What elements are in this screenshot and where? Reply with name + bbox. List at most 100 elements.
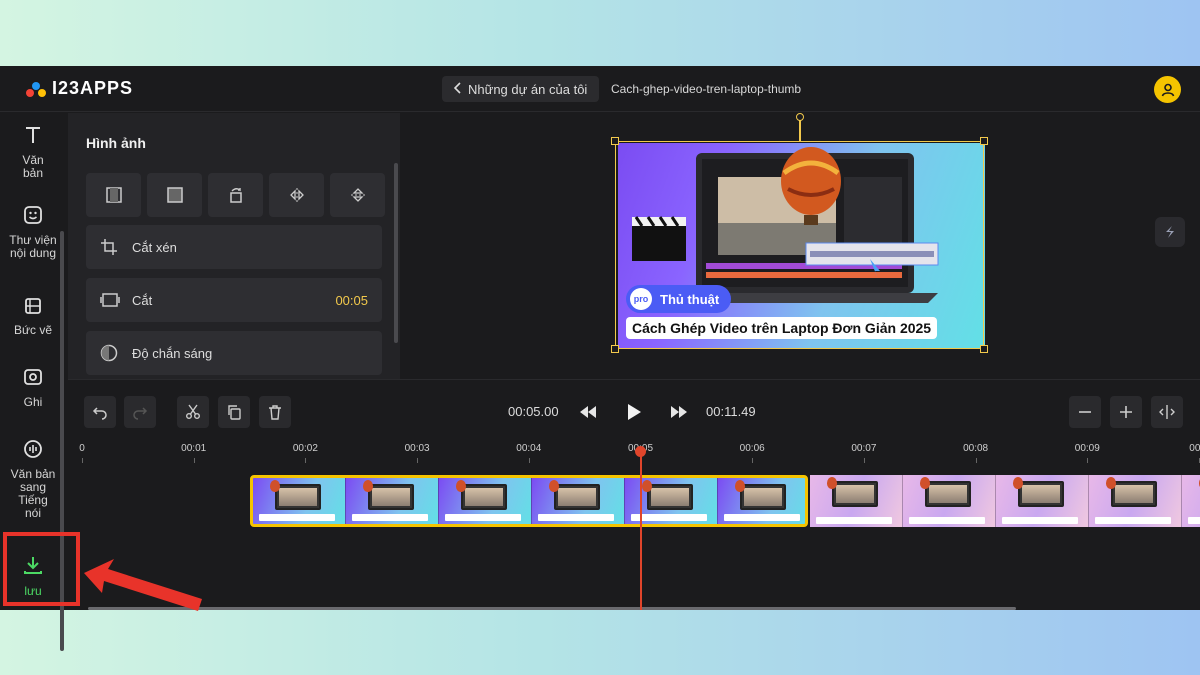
clip-thumbnail (625, 478, 718, 524)
opacity-button[interactable]: Độ chắn sáng (86, 331, 382, 375)
trim-duration: 00:05 (335, 292, 368, 308)
image-action-row (86, 173, 385, 217)
ruler-tick-label: 00:02 (292, 443, 318, 454)
ruler-tick-label: 00:07 (851, 443, 877, 454)
top-bar: I23APPS Những dự án của tôi Cach-ghep-vi… (0, 66, 1200, 112)
clip-thumbnail (903, 475, 996, 527)
undo-button[interactable] (84, 396, 116, 428)
delete-button[interactable] (259, 396, 291, 428)
fit-button[interactable] (86, 173, 141, 217)
tts-icon (23, 439, 43, 462)
trim-label: Cắt (132, 292, 153, 308)
resize-handle-bl[interactable] (611, 345, 619, 353)
preview-area: pro Thủ thuật Cách Ghép Video trên Lapto… (402, 113, 1200, 379)
split-button[interactable] (177, 396, 209, 428)
logo-mark (26, 79, 46, 99)
sidebar-item-tts[interactable]: Văn bản sang Tiếng nói (0, 439, 66, 520)
minus-icon (1079, 411, 1091, 413)
fill-button[interactable] (147, 173, 202, 217)
selected-clip[interactable] (250, 475, 808, 527)
project-name[interactable]: Cach-ghep-video-tren-laptop-thumb (611, 82, 801, 96)
app-logo[interactable]: I23APPS (26, 78, 133, 99)
redo-button[interactable] (124, 396, 156, 428)
play-button[interactable] (618, 396, 650, 428)
playhead-handle[interactable] (635, 446, 646, 457)
fast-forward-icon (671, 406, 687, 418)
clip-thumbnail (996, 475, 1089, 527)
ruler-tick (417, 458, 419, 463)
pointer-arrow (84, 559, 202, 611)
opacity-icon (100, 344, 120, 362)
category-badge: pro Thủ thuật (626, 285, 732, 313)
flip-vertical-icon (350, 188, 365, 202)
sidebar-item-canvas[interactable]: Bức vẽ (0, 297, 66, 337)
play-icon (628, 404, 641, 420)
badge-logo: pro (630, 288, 652, 310)
plus-icon (1120, 406, 1132, 418)
ruler-tick (82, 458, 83, 463)
crop-icon (100, 238, 120, 256)
ruler-tick (528, 458, 530, 463)
video-frame[interactable]: pro Thủ thuật Cách Ghép Video trên Lapto… (618, 143, 985, 349)
trash-icon (269, 405, 281, 420)
ruler-tick-label: 00:09 (1074, 443, 1100, 454)
frame-caption: Cách Ghép Video trên Laptop Đơn Giản 202… (626, 317, 938, 339)
sidebar-item-label: Bức vẽ (13, 323, 53, 337)
zoom-in-button[interactable] (1110, 396, 1142, 428)
sticker-icon (23, 205, 43, 228)
flip-vertical-button[interactable] (330, 173, 385, 217)
ruler-tick-label: 00:1 (1189, 443, 1200, 454)
sidebar-item-label: Văn bản sang Tiếng nói (10, 467, 56, 520)
fit-width-icon (1159, 405, 1175, 419)
ruler-tick (752, 458, 754, 463)
ruler-tick-label: 00:08 (963, 443, 989, 454)
rotate-icon (229, 188, 242, 203)
redo-icon (133, 407, 148, 420)
sidebar-item-library[interactable]: Thư viện nội dung (0, 205, 66, 260)
video-clip[interactable] (810, 475, 1200, 527)
user-avatar[interactable] (1154, 76, 1181, 103)
opacity-label: Độ chắn sáng (132, 345, 213, 361)
side-app-icon[interactable] (1155, 217, 1185, 247)
trim-icon (100, 291, 120, 309)
panel-title: Hình ảnh (86, 135, 146, 151)
timeline-scrollbar[interactable] (88, 607, 1016, 610)
ruler-tick (1087, 458, 1089, 463)
sidebar-item-text[interactable]: Văn bản (0, 125, 66, 180)
ruler-tick (863, 458, 865, 463)
fit-timeline-button[interactable] (1151, 396, 1183, 428)
logo-text: I23APPS (52, 78, 134, 98)
clip-thumbnail (1182, 475, 1200, 527)
sidebar-item-record[interactable]: Ghi (0, 367, 66, 409)
rotate-handle[interactable] (796, 113, 804, 121)
save-highlight-box (3, 532, 80, 606)
canvas-icon (24, 297, 42, 318)
brand-icon (1166, 226, 1174, 238)
zoom-out-button[interactable] (1069, 396, 1101, 428)
fast-forward-button[interactable] (663, 396, 695, 428)
image-tools-panel: Hình ảnh Cắt xén Cắt 00:05 Độ chắn sáng (68, 113, 400, 379)
panel-scrollbar[interactable] (394, 163, 398, 343)
my-projects-label: Những dự án của tôi (468, 81, 588, 97)
rewind-button[interactable] (572, 396, 604, 428)
clip-thumbnail (1089, 475, 1182, 527)
clip-thumbnail (346, 478, 439, 524)
video-editor-app: I23APPS Những dự án của tôi Cach-ghep-vi… (0, 66, 1200, 651)
ruler-tick (305, 458, 307, 463)
resize-handle-br[interactable] (980, 345, 988, 353)
video-track (68, 465, 1200, 610)
trim-button[interactable]: Cắt 00:05 (86, 278, 382, 322)
sidebar-item-label: Thư viện nội dung (9, 233, 57, 260)
rotate-button[interactable] (208, 173, 263, 217)
resize-handle-tr[interactable] (980, 137, 988, 145)
flip-horizontal-button[interactable] (269, 173, 324, 217)
sidebar-item-label: Ghi (23, 395, 43, 409)
fit-icon (105, 187, 122, 203)
timeline-ruler[interactable]: 000:0100:0200:0300:0400:0500:0600:0700:0… (68, 443, 1200, 465)
crop-button[interactable]: Cắt xén (86, 225, 382, 269)
ruler-tick-label: 00:04 (516, 443, 542, 454)
my-projects-button[interactable]: Những dự án của tôi (442, 76, 600, 102)
ruler-tick-label: 00:01 (181, 443, 207, 454)
duplicate-button[interactable] (218, 396, 250, 428)
resize-handle-tl[interactable] (611, 137, 619, 145)
